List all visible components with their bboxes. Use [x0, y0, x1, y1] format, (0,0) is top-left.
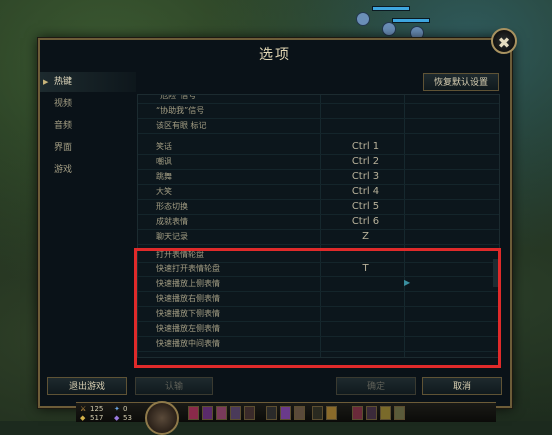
hotkey-row[interactable]: 聊天记录 Z [138, 229, 499, 245]
sidebar-item-video[interactable]: 视频 [40, 94, 136, 114]
cancel-button[interactable]: 取消 [422, 377, 502, 395]
hotkey-row[interactable]: 跳舞 Ctrl 3 [138, 169, 499, 185]
hotkey-label: “协助我”信号 [156, 106, 205, 115]
sidebar-item-audio[interactable]: 音频 [40, 116, 136, 136]
hotkey-binding[interactable]: Ctrl 5 [323, 199, 408, 214]
hotkey-row[interactable]: 嘲讽 Ctrl 2 [138, 154, 499, 170]
minion [382, 22, 396, 36]
restore-defaults-button[interactable]: 恢复默认设置 [423, 73, 499, 91]
sidebar-item-interface[interactable]: 界面 [40, 138, 136, 158]
ally-health-bar [372, 6, 410, 11]
sidebar-item-label: 音频 [54, 121, 73, 131]
summoner-spell-icon[interactable] [294, 406, 305, 420]
hotkey-label: 笑话 [156, 142, 172, 151]
hotkey-row[interactable]: 形态切换 Ctrl 5 [138, 199, 499, 215]
summoner-spell-icon[interactable] [280, 406, 291, 420]
surrender-button[interactable]: 认输 [135, 377, 213, 395]
sidebar-item-label: 游戏 [54, 165, 73, 175]
sidebar-item-label: 热键 [54, 77, 73, 87]
hotkey-row[interactable]: “协助我”信号 [138, 103, 499, 119]
item-slot-icon[interactable] [312, 406, 323, 420]
sidebar-item-label: 视频 [54, 99, 73, 109]
hotkey-label: “危险”信号 [156, 94, 197, 100]
ability-icon[interactable] [202, 406, 213, 420]
dialog-title: 选项 [259, 47, 291, 63]
selected-arrow-icon: ▶ [43, 78, 49, 86]
hotkey-binding[interactable]: Ctrl 4 [323, 184, 408, 199]
item-slot-icon[interactable] [380, 406, 391, 420]
hotkey-label: 大笑 [156, 187, 172, 196]
hotkey-binding[interactable]: Ctrl 6 [323, 214, 408, 229]
hotkey-label: 该区有眼 标记 [156, 121, 207, 130]
hotkey-binding[interactable]: Ctrl 1 [323, 139, 408, 154]
ability-icon[interactable] [230, 406, 241, 420]
hotkey-binding[interactable]: Ctrl 3 [323, 169, 408, 184]
hotkey-row[interactable]: 该区有眼 标记 [138, 118, 499, 134]
ability-icon[interactable] [244, 406, 255, 420]
ally-health-bar [392, 18, 430, 23]
summoner-spell-icon[interactable] [266, 406, 277, 420]
highlight-annotation [134, 248, 501, 368]
ability-power-value: 0 [123, 405, 128, 413]
item-slot-icon[interactable] [394, 406, 405, 420]
ability-icon[interactable] [188, 406, 199, 420]
attack-damage-value: 125 [90, 405, 104, 413]
item-slot-icon[interactable] [326, 406, 337, 420]
confirm-button[interactable]: 确定 [336, 377, 416, 395]
sword-icon: ⚔ [80, 405, 87, 413]
dialog-header: 选项 [40, 40, 510, 66]
hotkey-label: 形态切换 [156, 202, 188, 211]
hotkey-row[interactable]: 成就表情 Ctrl 6 [138, 214, 499, 230]
hotkey-row[interactable]: 笑话 Ctrl 1 [138, 139, 499, 155]
champion-portrait [145, 401, 179, 435]
ability-icon[interactable] [216, 406, 227, 420]
options-sidebar: ▶ 热键 视频 音频 界面 游戏 [40, 66, 136, 366]
hotkey-label: 跳舞 [156, 172, 172, 181]
sidebar-item-hotkeys[interactable]: ▶ 热键 [40, 72, 136, 92]
sidebar-item-game[interactable]: 游戏 [40, 160, 136, 180]
hotkey-label: 聊天记录 [156, 232, 188, 241]
minion [356, 12, 370, 26]
close-button[interactable]: ✖ [491, 28, 517, 54]
hotkey-label: 嘲讽 [156, 157, 172, 166]
champion-hud: ⚔ 125 ✦ 0 ◆ 517 ◆ 53 [76, 402, 496, 422]
exit-game-button[interactable]: 退出游戏 [47, 377, 127, 395]
hotkey-binding[interactable]: Z [323, 229, 408, 244]
item-slot-icon[interactable] [366, 406, 377, 420]
hotkey-row[interactable]: 大笑 Ctrl 4 [138, 184, 499, 200]
hotkey-label: 成就表情 [156, 217, 188, 226]
hotkey-binding[interactable]: Ctrl 2 [323, 154, 408, 169]
item-slot-icon[interactable] [352, 406, 363, 420]
ability-power-icon: ✦ [114, 405, 120, 413]
sidebar-item-label: 界面 [54, 143, 73, 153]
